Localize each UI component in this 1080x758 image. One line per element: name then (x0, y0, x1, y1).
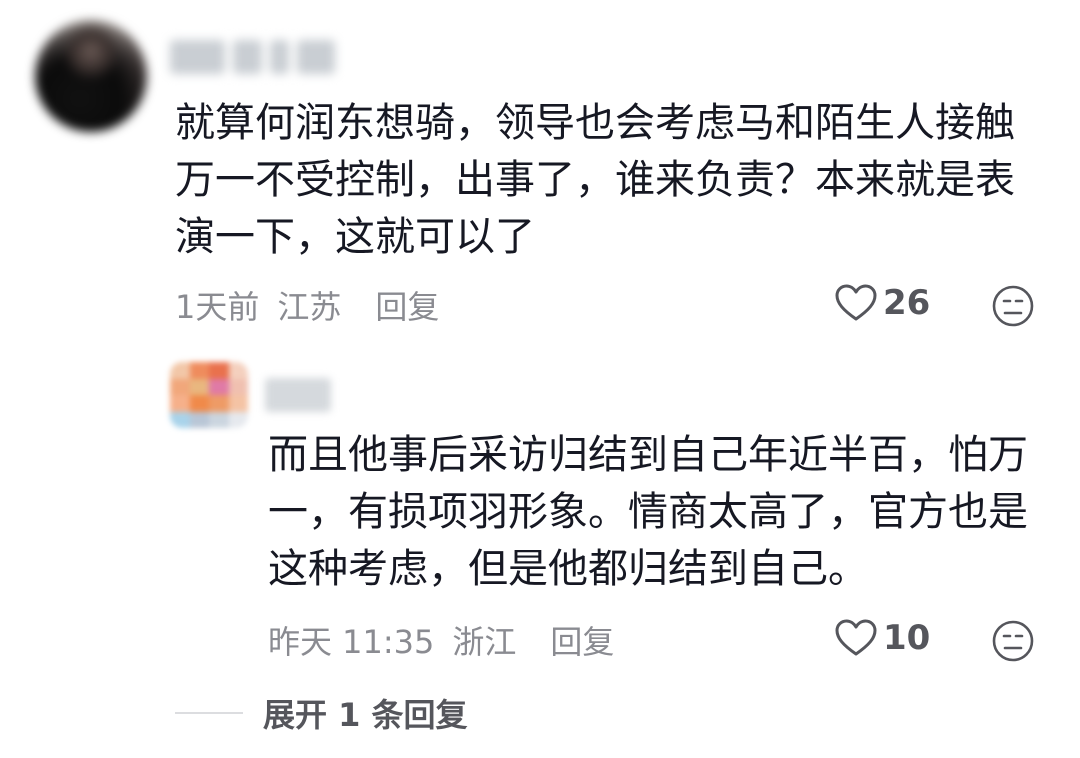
replier-username-blurred[interactable] (265, 378, 331, 412)
reply-location: 浙江 (452, 623, 517, 661)
like-count: 26 (883, 283, 931, 323)
reply-time: 昨天 11:35 (268, 623, 435, 661)
heart-outline-icon (835, 619, 877, 656)
comment-meta: 1天前 江苏 回复 (175, 282, 439, 328)
meh-face-icon[interactable] (991, 284, 1035, 328)
replier-avatar[interactable] (170, 362, 248, 428)
meh-face-icon[interactable] (991, 619, 1035, 663)
comment-line: 就算何润东想骑，领导也会考虑马和陌生人接触 (175, 100, 1015, 146)
expand-replies[interactable]: 展开 1 条回复 (175, 690, 468, 736)
commenter-username-blurred[interactable] (170, 34, 335, 80)
expand-replies-label[interactable]: 展开 1 条回复 (263, 690, 468, 736)
comment-time: 1天前 (175, 288, 260, 326)
reply-line: 而且他事后采访归结到自己年近半百，怕万 (268, 432, 1028, 478)
comment-body: 就算何润东想骑，领导也会考虑马和陌生人接触 万一不受控制，出事了，谁来负责？本来… (175, 95, 1015, 266)
commenter-avatar[interactable] (35, 20, 147, 132)
comment-location: 江苏 (277, 288, 342, 326)
reply-line: 这种考虑，但是他都归结到自己。 (268, 546, 868, 592)
like-button[interactable]: 26 (835, 283, 930, 323)
reply-line: 一，有损项羽形象。情商太高了，官方也是 (268, 489, 1028, 535)
comment-line: 万一不受控制，出事了，谁来负责？本来就是表 (175, 157, 1015, 203)
reply-meta: 昨天 11:35 浙江 回复 (268, 617, 614, 663)
divider (175, 712, 243, 714)
comment-line: 演一下，这就可以了 (175, 214, 535, 260)
reply-like-count: 10 (883, 618, 931, 658)
reply-like-button[interactable]: 10 (835, 618, 930, 658)
reply-to-reply-button[interactable]: 回复 (550, 617, 614, 663)
reply-body: 而且他事后采访归结到自己年近半百，怕万 一，有损项羽形象。情商太高了，官方也是 … (268, 427, 1028, 598)
heart-outline-icon (835, 284, 877, 321)
reply-button[interactable]: 回复 (375, 282, 439, 328)
